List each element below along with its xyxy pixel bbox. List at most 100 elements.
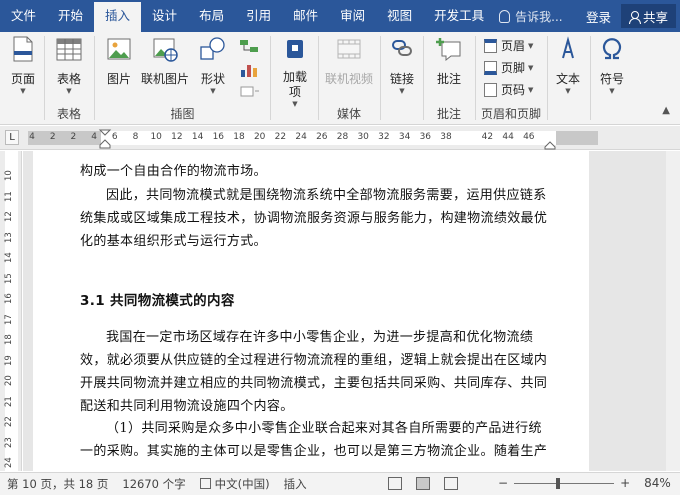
tab-insert[interactable]: 插入 (94, 2, 142, 32)
zoom-in-button[interactable]: + (620, 476, 630, 490)
vruler-tick-label: 22 (4, 416, 14, 427)
share-label: 共享 (642, 9, 668, 25)
zoom-slider-thumb[interactable] (556, 477, 561, 489)
read-mode-icon[interactable] (388, 477, 402, 490)
indent-marker-icon[interactable] (98, 126, 112, 150)
tab-developer[interactable]: 开发工具 (423, 0, 495, 32)
ruler-tick-label: 22 (274, 132, 287, 142)
chevron-down-icon: ▼ (528, 63, 534, 72)
tab-home[interactable]: 开始 (47, 0, 94, 32)
doc-line: 效，就必须要从供应链的全过程进行物流流程的重组，逻辑上就会提出在区域内 (80, 353, 548, 368)
shapes-button[interactable]: 形状 ▼ (195, 34, 231, 96)
ruler-tick-label: 16 (212, 132, 225, 142)
language-label: 中文(中国) (214, 477, 270, 491)
group-header-footer: 页眉 ▼ 页脚 ▼ 页码 ▼ 页眉和页脚 (476, 32, 546, 125)
ruler-tick-label: 36 (419, 132, 432, 142)
vruler-tick-label: 15 (4, 272, 14, 284)
vruler-tick-label: 21 (4, 395, 14, 407)
print-layout-icon[interactable] (416, 477, 430, 490)
chevron-down-icon: ▼ (528, 85, 534, 94)
tab-mailings[interactable]: 邮件 (282, 0, 329, 32)
vruler-tick-label: 23 (4, 436, 14, 448)
symbol-button[interactable]: 符号 ▼ (596, 34, 628, 96)
zoom-out-button[interactable]: − (498, 476, 508, 490)
page-number-button[interactable]: 页码 ▼ (484, 81, 533, 98)
login-button[interactable]: 登录 (576, 7, 621, 26)
divider (380, 36, 381, 120)
doc-line: 一的采购。其实施的主体可以是零售企业，也可以是第三方物流企业。随着生产 (80, 444, 548, 459)
link-label: 链接 (389, 72, 414, 86)
chevron-down-icon: ▼ (528, 41, 534, 50)
tab-selector[interactable]: L (5, 130, 19, 145)
page-number-label: 页码 (501, 83, 526, 97)
online-video-button[interactable]: 联机视频 (323, 34, 375, 87)
vertical-scrollbar[interactable] (666, 151, 680, 471)
text-button[interactable]: 文本 ▼ (552, 34, 584, 96)
word-count[interactable]: 12670 个字 (115, 476, 192, 492)
symbol-label: 符号 (599, 72, 624, 86)
ruler-tick-label: 30 (357, 132, 369, 142)
addins-label: 加载项 (283, 70, 308, 99)
right-indent-marker-icon[interactable] (543, 139, 557, 150)
chevron-down-icon: ▼ (609, 87, 615, 95)
vruler-tick-label: 10 (4, 170, 14, 181)
picture-icon (107, 38, 131, 60)
group-comments: 批注 批注 (424, 32, 474, 125)
web-layout-icon[interactable] (444, 477, 458, 490)
tab-file[interactable]: 文件 (0, 0, 47, 32)
group-label-media: 媒体 (336, 107, 361, 121)
tab-references[interactable]: 引用 (235, 0, 282, 32)
link-icon (392, 40, 412, 56)
picture-button[interactable]: 图片 (101, 34, 137, 87)
zoom-level[interactable]: 84% (644, 476, 671, 490)
zoom-slider[interactable] (514, 477, 615, 489)
page-count[interactable]: 第 10 页，共 18 页 (0, 476, 115, 492)
pages-button[interactable]: 页面 ▼ (6, 34, 40, 96)
group-label-illustrations: 插图 (170, 107, 195, 121)
link-button[interactable]: 链接 ▼ (386, 34, 418, 96)
ruler-tick-label: 46 (523, 132, 535, 142)
shapes-icon (200, 37, 225, 60)
share-button[interactable]: 共享 (620, 4, 676, 28)
section-heading: 3.1 共同物流模式的内容 (80, 293, 235, 309)
doc-line: 化的基本组织形式与运行方式。 (80, 234, 267, 249)
ruler-tick-label: 38 (440, 132, 452, 142)
doc-line: 我国在一定市场区域存在许多中小零售企业，为进一步提高和优化物流绩 (106, 330, 534, 345)
smartart-button[interactable] (235, 38, 263, 57)
chart-button[interactable] (235, 62, 263, 81)
ruler-tick-label: 24 (295, 132, 307, 142)
table-button[interactable]: 表格 ▼ (51, 34, 87, 96)
comment-button[interactable]: 批注 (432, 34, 466, 87)
vertical-ruler[interactable]: 10 11 12 13 14 15 16 17 18 19 20 21 22 23 24 (0, 151, 22, 471)
ruler-margin-right (556, 131, 598, 145)
footer-icon (484, 60, 497, 75)
ruler-tick-label: 4 (29, 132, 35, 142)
tell-me-box[interactable]: 告诉我... (499, 8, 563, 25)
header-button[interactable]: 页眉 ▼ (484, 37, 533, 54)
tab-review[interactable]: 审阅 (329, 0, 376, 32)
store-icon (287, 40, 303, 58)
pages-label: 页面 (10, 72, 35, 86)
divider (547, 36, 548, 120)
group-label-table: 表格 (56, 107, 81, 121)
tab-layout[interactable]: 布局 (188, 0, 235, 32)
language-status[interactable]: 中文(中国) (193, 476, 277, 492)
ruler-tick-label: 42 (481, 132, 494, 142)
omega-icon (602, 38, 622, 60)
document-area[interactable]: 构成一个自由合作的物流市场。 因此，共同物流模式就是围绕物流系统中全部物流服务需… (23, 151, 680, 471)
document-page[interactable]: 构成一个自由合作的物流市场。 因此，共同物流模式就是围绕物流系统中全部物流服务需… (33, 151, 589, 471)
vruler-tick-label: 20 (4, 375, 14, 386)
tab-design[interactable]: 设计 (141, 0, 188, 32)
screenshot-button[interactable] (235, 84, 263, 101)
edit-mode[interactable]: 插入 (277, 476, 314, 492)
doc-line: 配送和共同利用物流设施四个内容。 (80, 399, 294, 414)
tab-view[interactable]: 视图 (376, 0, 423, 32)
horizontal-ruler[interactable]: L 4 2 2 4 6 8 10 12 14 16 18 20 22 24 26 28 30 32 34 36 38 42… (0, 126, 680, 150)
table-icon (56, 38, 82, 61)
addins-button[interactable]: 加载项 ▼ (277, 34, 313, 109)
online-picture-button[interactable]: 联机图片 (139, 34, 191, 87)
shapes-label: 形状 (200, 72, 225, 86)
footer-button[interactable]: 页脚 ▼ (484, 59, 533, 76)
collapse-ribbon-icon[interactable]: ▲ (662, 105, 670, 116)
ruler-tick-label: 2 (70, 132, 77, 142)
